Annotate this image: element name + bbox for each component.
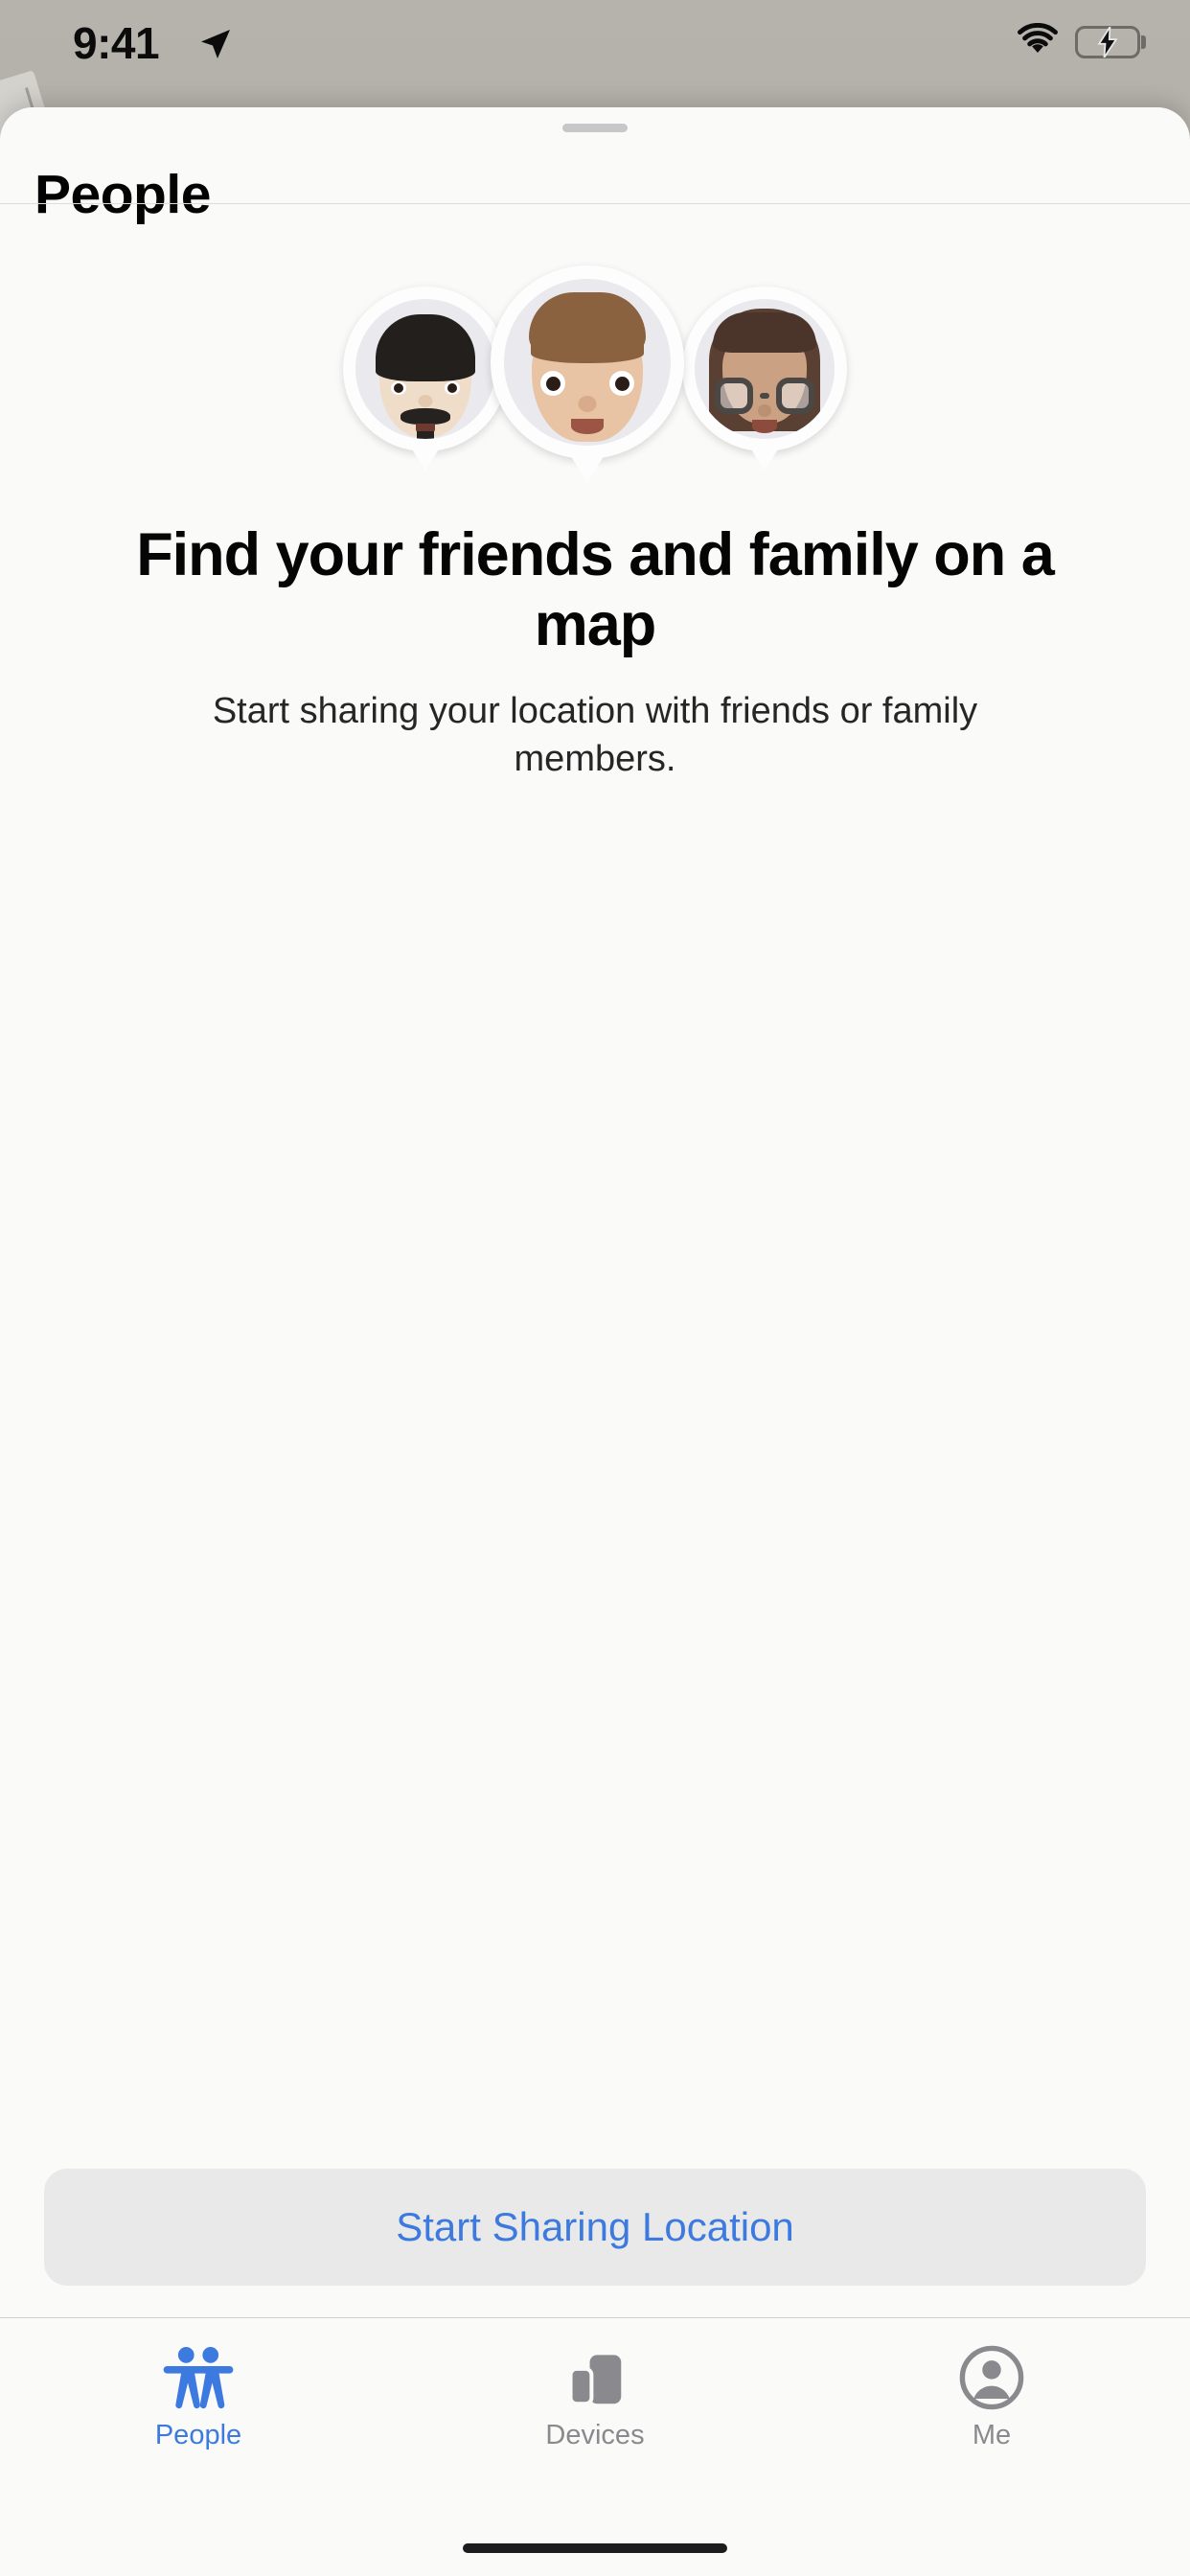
tab-devices-label: Devices (545, 2420, 645, 2450)
two-people-icon (160, 2341, 237, 2414)
status-bar-right-cluster (1016, 22, 1146, 60)
tab-devices[interactable]: Devices (397, 2318, 793, 2576)
header-divider (0, 203, 1190, 204)
tab-bar: People Devices Me (0, 2317, 1190, 2576)
memoji-pin-center (491, 265, 684, 459)
status-bar: 9:41 (0, 0, 1190, 92)
status-bar-time: 9:41 (73, 18, 160, 68)
memoji-pin-left (343, 287, 508, 451)
person-circle-icon (957, 2341, 1026, 2414)
battery-charging-icon (1075, 25, 1146, 58)
start-sharing-location-button[interactable]: Start Sharing Location (44, 2169, 1146, 2286)
memoji-pins-illustration (0, 265, 1190, 486)
empty-state-headline: Find your friends and family on a map (136, 521, 1055, 659)
devices-icon (557, 2341, 633, 2414)
glasses-lens-right (776, 378, 814, 414)
location-arrow-icon (196, 25, 235, 68)
empty-state-subhead: Start sharing your location with friends… (212, 691, 978, 780)
memoji-pin-right (682, 287, 847, 451)
home-indicator[interactable] (463, 2543, 727, 2553)
tab-me[interactable]: Me (793, 2318, 1190, 2576)
sheet-grabber[interactable] (562, 124, 628, 132)
tab-people-label: People (154, 2420, 242, 2450)
empty-state: Find your friends and family on a map St… (0, 208, 1190, 783)
tab-me-label: Me (972, 2420, 1012, 2450)
glasses-lens-left (715, 378, 753, 414)
tab-people[interactable]: People (0, 2318, 397, 2576)
people-sheet: People Find your friends and family on a… (0, 107, 1190, 2576)
wifi-icon (1016, 22, 1060, 60)
